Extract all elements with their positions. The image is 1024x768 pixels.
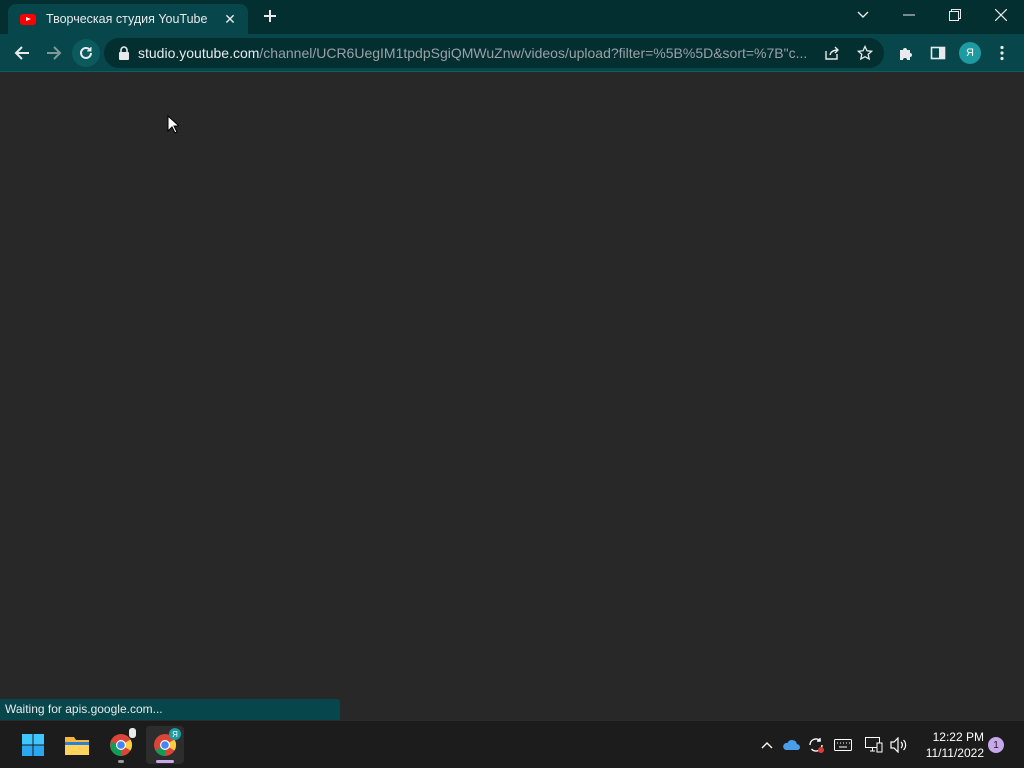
bookmark-star-icon[interactable] bbox=[857, 45, 873, 61]
side-panel-button[interactable] bbox=[924, 39, 952, 67]
taskbar-clock[interactable]: 12:22 PM 11/11/2022 bbox=[912, 729, 984, 761]
network-icon bbox=[865, 737, 883, 753]
new-tab-button[interactable] bbox=[260, 7, 280, 27]
mouse-pointer-icon bbox=[167, 114, 181, 139]
lock-icon[interactable] bbox=[118, 46, 130, 60]
forward-button[interactable] bbox=[40, 39, 68, 67]
onedrive-icon bbox=[783, 740, 800, 750]
reload-button[interactable] bbox=[72, 39, 100, 67]
reload-icon bbox=[80, 46, 92, 59]
tab-title: Творческая студия YouTube bbox=[46, 12, 208, 26]
file-explorer-button[interactable] bbox=[58, 726, 96, 764]
chevron-up-icon bbox=[761, 742, 773, 749]
share-icon[interactable] bbox=[824, 45, 840, 61]
side-panel-icon bbox=[930, 46, 946, 60]
extensions-button[interactable] bbox=[892, 39, 920, 67]
address-bar[interactable]: studio.youtube.com/channel/UCR6UegIM1tpd… bbox=[104, 38, 884, 68]
network-tray-button[interactable] bbox=[864, 735, 884, 755]
close-window-button[interactable] bbox=[978, 0, 1024, 30]
sync-icon bbox=[809, 738, 824, 753]
taskbar: Я 12:22 PM 11/11/2022 1 bbox=[0, 720, 1024, 768]
restore-icon bbox=[949, 9, 961, 21]
tab-close-icon[interactable]: ✕ bbox=[222, 11, 238, 28]
show-hidden-icons-button[interactable] bbox=[757, 735, 777, 755]
close-icon bbox=[995, 9, 1007, 21]
onedrive-tray-button[interactable] bbox=[781, 735, 801, 755]
profile-avatar[interactable]: Я bbox=[959, 42, 981, 64]
restore-button[interactable] bbox=[932, 0, 978, 30]
back-button[interactable] bbox=[8, 39, 36, 67]
active-indicator bbox=[156, 760, 174, 763]
speaker-icon bbox=[890, 737, 907, 753]
chrome-profile-taskbar-button[interactable]: Я bbox=[146, 726, 184, 764]
person-icon bbox=[129, 728, 136, 738]
keyboard-tray-button[interactable] bbox=[833, 735, 853, 755]
page-content bbox=[0, 72, 1024, 719]
youtube-icon bbox=[20, 13, 36, 25]
start-button[interactable] bbox=[14, 726, 52, 764]
chevron-down-icon bbox=[857, 11, 869, 18]
plus-icon bbox=[264, 10, 276, 22]
browser-tab[interactable]: Творческая студия YouTube ✕ bbox=[8, 4, 248, 34]
volume-tray-button[interactable] bbox=[889, 735, 909, 755]
keyboard-icon bbox=[834, 739, 852, 751]
windows-start-icon bbox=[22, 734, 44, 756]
notification-badge[interactable]: 1 bbox=[988, 737, 1004, 753]
profile-badge: Я bbox=[169, 728, 181, 740]
more-vert-icon bbox=[1000, 45, 1004, 61]
minimize-icon bbox=[903, 14, 915, 16]
url-path: /channel/UCR6UegIM1tpdpSgiQMWuZnw/videos… bbox=[259, 45, 808, 61]
clock-time: 12:22 PM bbox=[932, 730, 984, 744]
address-url[interactable]: studio.youtube.com/channel/UCR6UegIM1tpd… bbox=[138, 45, 810, 61]
file-explorer-icon bbox=[65, 737, 89, 755]
tab-search-button[interactable] bbox=[840, 0, 886, 30]
arrow-left-icon bbox=[14, 46, 29, 60]
status-bubble: Waiting for apis.google.com... bbox=[0, 699, 340, 720]
clock-date: 11/11/2022 bbox=[925, 746, 984, 760]
minimize-button[interactable] bbox=[886, 0, 932, 30]
url-host: studio.youtube.com bbox=[138, 45, 260, 61]
menu-button[interactable] bbox=[988, 39, 1016, 67]
arrow-right-icon bbox=[47, 46, 62, 60]
browser-titlebar: Творческая студия YouTube ✕ bbox=[0, 0, 1024, 34]
running-indicator bbox=[118, 760, 124, 763]
browser-toolbar: studio.youtube.com/channel/UCR6UegIM1tpd… bbox=[0, 34, 1024, 72]
puzzle-icon bbox=[900, 48, 912, 60]
chrome-taskbar-button[interactable] bbox=[102, 726, 140, 764]
sync-tray-button[interactable] bbox=[806, 735, 826, 755]
